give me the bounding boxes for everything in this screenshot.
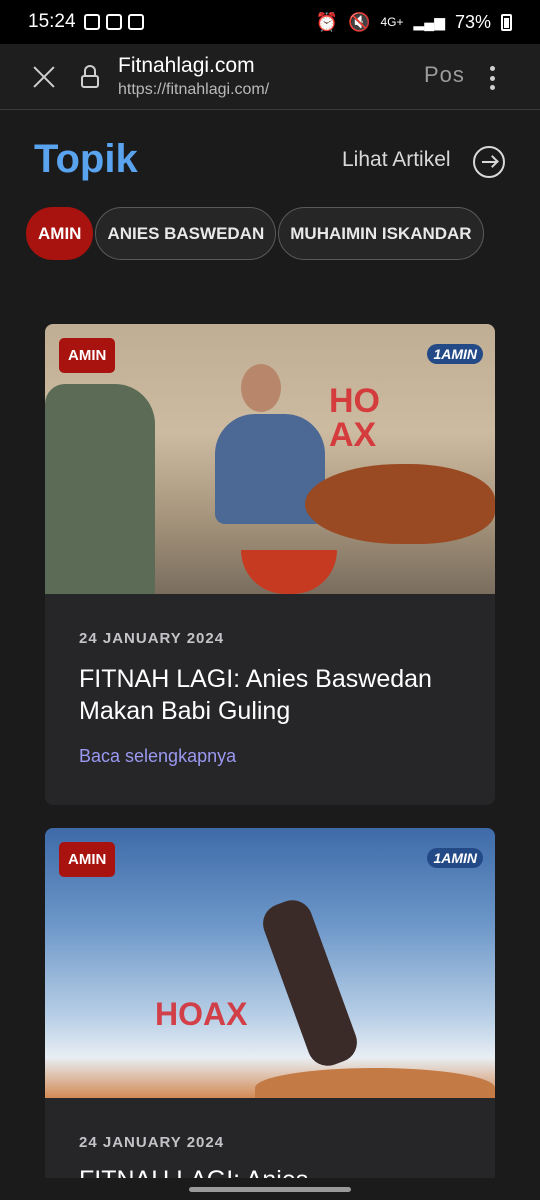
status-time: 15:24 [28,11,76,32]
article-card[interactable]: HOAX AMIN 1AMIN 24 JANUARY 2024 FITNAH L… [45,828,495,1200]
category-badge[interactable]: AMIN [59,842,116,877]
mute-icon: 🔇 [348,11,371,32]
status-right: ⏰ 🔇 4G+ ▂▄▆ 73% [316,12,512,33]
read-more-link[interactable]: Baca selengkapnya [79,746,236,767]
site-title: Fitnahlagi.com [118,54,255,77]
article-image[interactable]: HOAX AMIN 1AMIN [45,828,495,1098]
network-type: 4G+ [380,15,404,29]
tag-anies-baswedan[interactable]: ANIES BASWEDAN [95,207,277,260]
battery-icon [501,13,512,31]
photo-roast-pig-shape [305,464,495,544]
article-card[interactable]: HOAX AMIN 1AMIN 24 JANUARY 2024 FITNAH L… [45,324,495,805]
signal-icon: ▂▄▆ [413,13,445,30]
hoax-watermark: HOAX [155,996,248,1032]
tag-muhaimin-iskandar[interactable]: MUHAIMIN ISKANDAR [278,207,484,260]
image-figure-shape [257,894,363,1072]
notification-icons [83,14,144,30]
partial-overflow-text: Pos [424,62,465,87]
home-indicator[interactable] [189,1187,351,1192]
site-url: https://fitnahlagi.com/ [118,81,270,98]
hoax-watermark: HOAX [329,382,380,454]
see-articles-link[interactable]: Lihat Artikel [342,148,451,172]
lock-icon[interactable] [80,64,100,89]
category-badge[interactable]: AMIN [59,338,116,373]
article-date: 24 JANUARY 2024 [79,1134,225,1151]
photo-bowl-shape [241,550,337,594]
instagram-icon [83,14,100,30]
image-rock-shape [255,1068,495,1098]
app-notification-icon [127,14,144,30]
photo-head-shape [241,364,281,412]
battery-percent: 73% [454,11,491,32]
arrow-right-circle-icon[interactable] [473,146,505,178]
tag-amin[interactable]: AMIN [26,207,94,260]
close-icon[interactable] [32,65,56,89]
photo-person-shape [45,384,155,594]
article-title[interactable]: FITNAH LAGI: Anies Baswedan Makan Babi G… [79,663,469,727]
topic-tags: AMIN ANIES BASWEDAN MUHAIMIN ISKANDAR [26,207,484,260]
address-area[interactable]: Fitnahlagi.com https://fitnahlagi.com/ [118,54,269,99]
brand-logo: 1AMIN [427,848,483,868]
status-bar: 15:24 ⏰ 🔇 4G+ ▂▄▆ 73% [0,0,540,44]
article-date: 24 JANUARY 2024 [79,630,225,647]
alarm-icon: ⏰ [315,11,339,32]
article-image[interactable]: HOAX AMIN 1AMIN [45,324,495,594]
more-options-icon[interactable] [490,66,496,90]
browser-toolbar: Fitnahlagi.com https://fitnahlagi.com/ P… [0,44,540,110]
shopping-bag-icon [105,14,122,30]
brand-logo: 1AMIN [427,344,483,364]
section-title: Topik [34,137,138,181]
